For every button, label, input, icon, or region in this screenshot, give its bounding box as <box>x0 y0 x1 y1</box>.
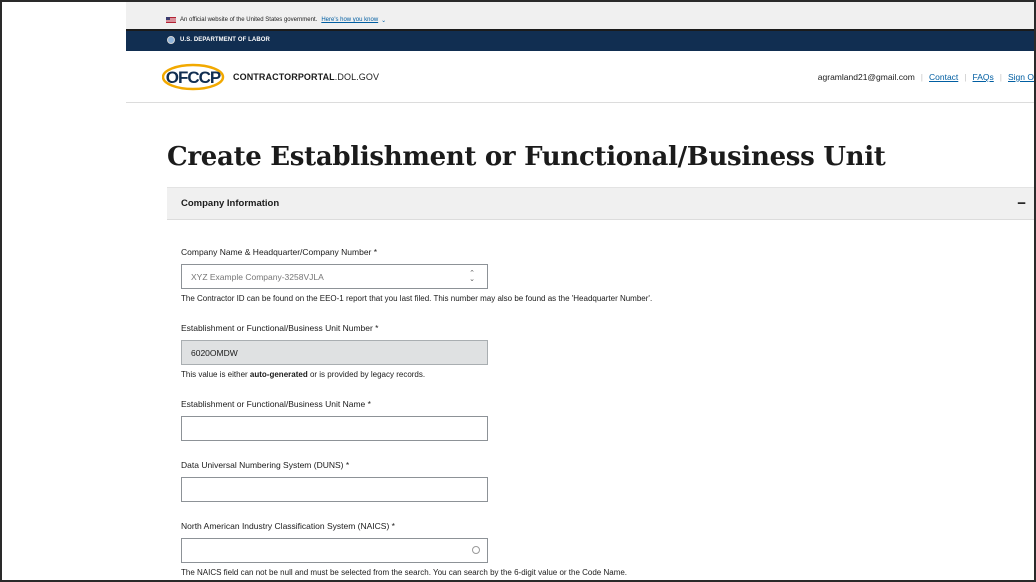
naics-search-input[interactable] <box>181 538 488 563</box>
chevron-down-icon[interactable]: ⌄ <box>381 17 386 24</box>
divider: | <box>964 72 967 82</box>
ofccp-logo[interactable]: OFCCP <box>161 62 225 91</box>
sign-out-link[interactable]: Sign O <box>1008 72 1034 82</box>
naics-hint: The NAICS field can not be null and must… <box>181 568 628 577</box>
divider: | <box>920 72 923 82</box>
naics-label: North American Industry Classification S… <box>181 521 395 531</box>
agency-bar: U.S. DEPARTMENT OF LABOR <box>126 29 1034 51</box>
company-information-form: Company Name & Headquarter/Company Numbe… <box>167 220 1034 580</box>
page-margin <box>2 2 126 580</box>
divider: | <box>999 72 1002 82</box>
site-header: OFCCP CONTRACTORPORTAL.DOL.GOV agramland… <box>126 51 1034 103</box>
company-select[interactable]: XYZ Example Company-3258VJLA ⌃ ⌄ <box>181 264 488 289</box>
unit-number-hint: This value is either auto-generated or i… <box>181 370 426 379</box>
page-title: Create Establishment or Functional/Busin… <box>167 142 886 172</box>
unit-number-field: 6020OMDW <box>181 340 488 365</box>
unit-name-input[interactable] <box>181 416 488 441</box>
gov-banner-text: An official website of the United States… <box>180 17 318 23</box>
gov-banner: An official website of the United States… <box>126 2 1034 29</box>
duns-input[interactable] <box>181 477 488 502</box>
company-select-value: XYZ Example Company-3258VJLA <box>191 271 324 282</box>
duns-label: Data Universal Numbering System (DUNS) * <box>181 460 350 470</box>
portal-name: CONTRACTORPORTAL.DOL.GOV <box>233 72 380 82</box>
select-arrows-icon: ⌃ ⌄ <box>469 270 475 283</box>
user-email: agramland21@gmail.com <box>817 72 915 82</box>
collapse-icon[interactable]: − <box>1017 195 1026 212</box>
unit-name-label: Establishment or Functional/Business Uni… <box>181 399 371 409</box>
account-nav: agramland21@gmail.com | Contact | FAQs |… <box>818 72 1034 82</box>
svg-text:OFCCP: OFCCP <box>166 68 221 87</box>
contact-link[interactable]: Contact <box>929 72 958 82</box>
company-label: Company Name & Headquarter/Company Numbe… <box>181 247 378 257</box>
faqs-link[interactable]: FAQs <box>973 72 994 82</box>
agency-name: U.S. DEPARTMENT OF LABOR <box>180 37 270 43</box>
search-icon[interactable] <box>472 546 480 554</box>
unit-number-label: Establishment or Functional/Business Uni… <box>181 323 379 333</box>
accordion-title: Company Information <box>181 198 280 209</box>
gov-banner-link[interactable]: Here's how you know <box>321 17 378 23</box>
us-flag-icon <box>166 17 176 23</box>
ofccp-logo-icon: OFCCP <box>161 63 225 91</box>
browser-viewport: An official website of the United States… <box>0 0 1036 582</box>
company-information-accordion[interactable]: Company Information − <box>167 187 1034 220</box>
unit-number-value: 6020OMDW <box>191 347 238 358</box>
company-hint: The Contractor ID can be found on the EE… <box>181 294 653 303</box>
dol-seal-icon <box>167 36 175 44</box>
